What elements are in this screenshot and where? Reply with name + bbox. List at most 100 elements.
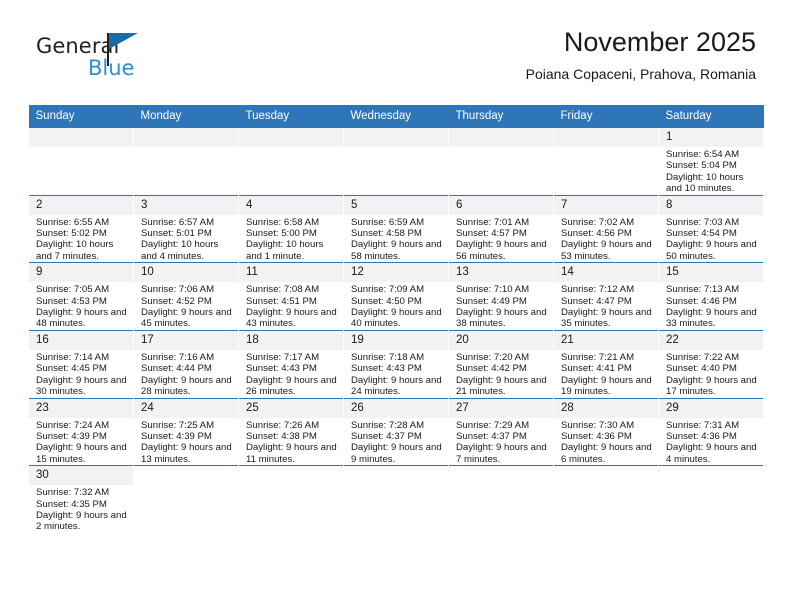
calendar-day-cell[interactable]: 14 Sunrise: 7:12 AM Sunset: 4:47 PM Dayligh… bbox=[553, 262, 659, 331]
calendar-day-cell[interactable]: 21 Sunrise: 7:21 AM Sunset: 4:41 PM Dayligh… bbox=[553, 329, 659, 398]
daylight-text: Daylight: 10 hours and 10 minutes. bbox=[666, 171, 744, 195]
title-block: November 2025 Poiana Copaceni, Prahova, … bbox=[526, 26, 756, 82]
calendar-day-cell[interactable]: 4 Sunrise: 6:58 AM Sunset: 5:00 PM Daylight… bbox=[238, 194, 344, 263]
daylight-text: Daylight: 9 hours and 35 minutes. bbox=[561, 307, 652, 330]
calendar-day-cell[interactable]: 24 Sunrise: 7:25 AM Sunset: 4:39 PM Dayligh… bbox=[133, 397, 239, 466]
calendar-day-cell-empty bbox=[448, 128, 554, 196]
calendar-week-row: 1 Sunrise: 6:54 AM Sunset: 5:04 PM Daylight… bbox=[28, 128, 764, 196]
sunrise-text: Sunrise: 7:13 AM bbox=[666, 284, 740, 296]
calendar-day-cell[interactable]: 6 Sunrise: 7:01 AM Sunset: 4:57 PM Daylight… bbox=[448, 194, 554, 263]
sunset-text: Sunset: 4:57 PM bbox=[456, 228, 527, 240]
calendar-day-cell[interactable]: 30 Sunrise: 7:32 AM Sunset: 4:35 PM Dayligh… bbox=[28, 465, 134, 533]
calendar-day-cell[interactable]: 7 Sunrise: 7:02 AM Sunset: 4:56 PM Daylight… bbox=[553, 194, 659, 263]
calendar-day-cell[interactable]: 25 Sunrise: 7:26 AM Sunset: 4:38 PM Dayligh… bbox=[238, 397, 344, 466]
day-sun-info: Sunrise: 7:22 AM Sunset: 4:40 PM Daylight:… bbox=[659, 350, 763, 398]
day-sun-info: Sunrise: 7:26 AM Sunset: 4:38 PM Daylight:… bbox=[239, 418, 343, 466]
calendar-day-cell[interactable]: 2 Sunrise: 6:55 AM Sunset: 5:02 PM Daylight… bbox=[28, 194, 134, 263]
sunrise-sunset-calendar-table: Sunday Monday Tuesday Wednesday Thursday… bbox=[28, 105, 764, 533]
sunrise-text: Sunrise: 7:28 AM bbox=[351, 419, 425, 431]
calendar-day-cell[interactable]: 10 Sunrise: 7:06 AM Sunset: 4:52 PM Dayligh… bbox=[133, 262, 239, 331]
daylight-text: Daylight: 9 hours and 11 minutes. bbox=[246, 442, 337, 465]
day-cell-inner: 27 Sunrise: 7:29 AM Sunset: 4:37 PM Dayligh… bbox=[449, 398, 553, 466]
calendar-day-cell[interactable]: 22 Sunrise: 7:22 AM Sunset: 4:40 PM Dayligh… bbox=[658, 329, 764, 398]
daylight-text: Daylight: 9 hours and 6 minutes. bbox=[561, 442, 652, 465]
day-sun-info: Sunrise: 7:16 AM Sunset: 4:44 PM Daylight:… bbox=[134, 350, 238, 398]
day-cell-inner bbox=[239, 128, 343, 195]
calendar-day-cell[interactable]: 8 Sunrise: 7:03 AM Sunset: 4:54 PM Daylight… bbox=[658, 194, 764, 263]
day-cell-inner: 30 Sunrise: 7:32 AM Sunset: 4:35 PM Dayligh… bbox=[29, 466, 133, 533]
calendar-day-cell[interactable]: 20 Sunrise: 7:20 AM Sunset: 4:42 PM Dayligh… bbox=[448, 329, 554, 398]
sunrise-text: Sunrise: 7:06 AM bbox=[141, 284, 215, 296]
day-number: 7 bbox=[554, 195, 658, 215]
sunset-text: Sunset: 4:37 PM bbox=[456, 430, 527, 442]
page-title: November 2025 bbox=[563, 27, 756, 57]
day-sun-info bbox=[239, 485, 343, 487]
calendar-week-row: 9 Sunrise: 7:05 AM Sunset: 4:53 PM Daylight… bbox=[28, 262, 764, 331]
calendar-week-row: 16 Sunrise: 7:14 AM Sunset: 4:45 PM Dayligh… bbox=[28, 329, 764, 398]
calendar-header-row: Sunday Monday Tuesday Wednesday Thursday… bbox=[28, 105, 764, 128]
sunset-text: Sunset: 5:00 PM bbox=[246, 228, 317, 240]
sunrise-text: Sunrise: 6:57 AM bbox=[141, 216, 215, 228]
calendar-day-cell[interactable]: 3 Sunrise: 6:57 AM Sunset: 5:01 PM Daylight… bbox=[133, 194, 239, 263]
day-cell-inner: 10 Sunrise: 7:06 AM Sunset: 4:52 PM Dayligh… bbox=[134, 263, 238, 330]
calendar-day-cell[interactable]: 16 Sunrise: 7:14 AM Sunset: 4:45 PM Dayligh… bbox=[28, 329, 134, 398]
calendar-day-cell[interactable]: 19 Sunrise: 7:18 AM Sunset: 4:43 PM Dayligh… bbox=[343, 329, 449, 398]
weekday-header-friday: Friday bbox=[553, 105, 659, 128]
daylight-text: Daylight: 9 hours and 30 minutes. bbox=[36, 374, 127, 398]
day-sun-info: Sunrise: 7:02 AM Sunset: 4:56 PM Daylight:… bbox=[554, 215, 658, 263]
day-number: 8 bbox=[659, 195, 763, 215]
day-number: 19 bbox=[344, 330, 448, 350]
calendar-day-cell-empty bbox=[28, 128, 134, 196]
day-sun-info: Sunrise: 7:06 AM Sunset: 4:52 PM Daylight:… bbox=[134, 282, 238, 330]
day-sun-info bbox=[659, 485, 763, 487]
daylight-text: Daylight: 9 hours and 19 minutes. bbox=[561, 374, 652, 398]
calendar-day-cell[interactable]: 23 Sunrise: 7:24 AM Sunset: 4:39 PM Dayligh… bbox=[28, 397, 134, 466]
day-cell-inner bbox=[554, 128, 658, 195]
calendar-day-cell[interactable]: 5 Sunrise: 6:59 AM Sunset: 4:58 PM Daylight… bbox=[343, 194, 449, 263]
calendar-page: General Blue November 2025 Poiana Copace… bbox=[0, 0, 792, 612]
day-sun-info bbox=[344, 485, 448, 487]
daylight-text: Daylight: 9 hours and 9 minutes. bbox=[351, 442, 442, 465]
day-sun-info bbox=[554, 485, 658, 487]
sunrise-text: Sunrise: 7:12 AM bbox=[561, 284, 635, 296]
day-cell-inner: 6 Sunrise: 7:01 AM Sunset: 4:57 PM Daylight… bbox=[449, 195, 553, 263]
day-number bbox=[449, 466, 553, 486]
sunrise-text: Sunrise: 7:17 AM bbox=[246, 351, 320, 363]
day-sun-info: Sunrise: 7:08 AM Sunset: 4:51 PM Daylight:… bbox=[239, 282, 343, 330]
day-cell-inner: 23 Sunrise: 7:24 AM Sunset: 4:39 PM Dayligh… bbox=[29, 398, 133, 466]
daylight-text: Daylight: 9 hours and 28 minutes. bbox=[141, 374, 232, 398]
sunset-text: Sunset: 5:01 PM bbox=[141, 228, 212, 240]
calendar-day-cell[interactable]: 29 Sunrise: 7:31 AM Sunset: 4:36 PM Dayligh… bbox=[658, 397, 764, 466]
calendar-day-cell[interactable]: 18 Sunrise: 7:17 AM Sunset: 4:43 PM Dayligh… bbox=[238, 329, 344, 398]
logo-flag-icon bbox=[109, 33, 138, 49]
calendar-day-cell[interactable]: 27 Sunrise: 7:29 AM Sunset: 4:37 PM Dayligh… bbox=[448, 397, 554, 466]
day-number: 1 bbox=[659, 128, 763, 147]
calendar-day-cell[interactable]: 17 Sunrise: 7:16 AM Sunset: 4:44 PM Dayligh… bbox=[133, 329, 239, 398]
day-sun-info: Sunrise: 7:09 AM Sunset: 4:50 PM Daylight:… bbox=[344, 282, 448, 330]
sunset-text: Sunset: 4:41 PM bbox=[561, 363, 632, 375]
day-number: 26 bbox=[344, 398, 448, 418]
day-sun-info: Sunrise: 7:28 AM Sunset: 4:37 PM Daylight:… bbox=[344, 418, 448, 466]
day-number bbox=[134, 466, 238, 486]
sunrise-text: Sunrise: 7:26 AM bbox=[246, 419, 320, 431]
day-cell-inner: 16 Sunrise: 7:14 AM Sunset: 4:45 PM Dayligh… bbox=[29, 330, 133, 398]
daylight-text: Daylight: 9 hours and 26 minutes. bbox=[246, 374, 337, 398]
calendar-day-cell[interactable]: 1 Sunrise: 6:54 AM Sunset: 5:04 PM Daylight… bbox=[658, 128, 764, 196]
day-number bbox=[449, 128, 553, 147]
day-number bbox=[239, 466, 343, 486]
day-cell-inner: 13 Sunrise: 7:10 AM Sunset: 4:49 PM Dayligh… bbox=[449, 263, 553, 330]
day-number: 15 bbox=[659, 263, 763, 283]
calendar-day-cell[interactable]: 28 Sunrise: 7:30 AM Sunset: 4:36 PM Dayligh… bbox=[553, 397, 659, 466]
day-number: 18 bbox=[239, 330, 343, 350]
sunset-text: Sunset: 4:49 PM bbox=[456, 295, 527, 307]
day-number bbox=[344, 466, 448, 486]
calendar-day-cell[interactable]: 15 Sunrise: 7:13 AM Sunset: 4:46 PM Dayligh… bbox=[658, 262, 764, 331]
day-cell-inner: 15 Sunrise: 7:13 AM Sunset: 4:46 PM Dayligh… bbox=[659, 263, 763, 330]
calendar-day-cell[interactable]: 26 Sunrise: 7:28 AM Sunset: 4:37 PM Dayligh… bbox=[343, 397, 449, 466]
calendar-day-cell[interactable]: 9 Sunrise: 7:05 AM Sunset: 4:53 PM Daylight… bbox=[28, 262, 134, 331]
calendar-day-cell[interactable]: 12 Sunrise: 7:09 AM Sunset: 4:50 PM Dayligh… bbox=[343, 262, 449, 331]
calendar-day-cell[interactable]: 11 Sunrise: 7:08 AM Sunset: 4:51 PM Dayligh… bbox=[238, 262, 344, 331]
day-cell-inner: 9 Sunrise: 7:05 AM Sunset: 4:53 PM Daylight… bbox=[29, 263, 133, 330]
calendar-day-cell-empty bbox=[238, 128, 344, 196]
calendar-day-cell[interactable]: 13 Sunrise: 7:10 AM Sunset: 4:49 PM Dayligh… bbox=[448, 262, 554, 331]
